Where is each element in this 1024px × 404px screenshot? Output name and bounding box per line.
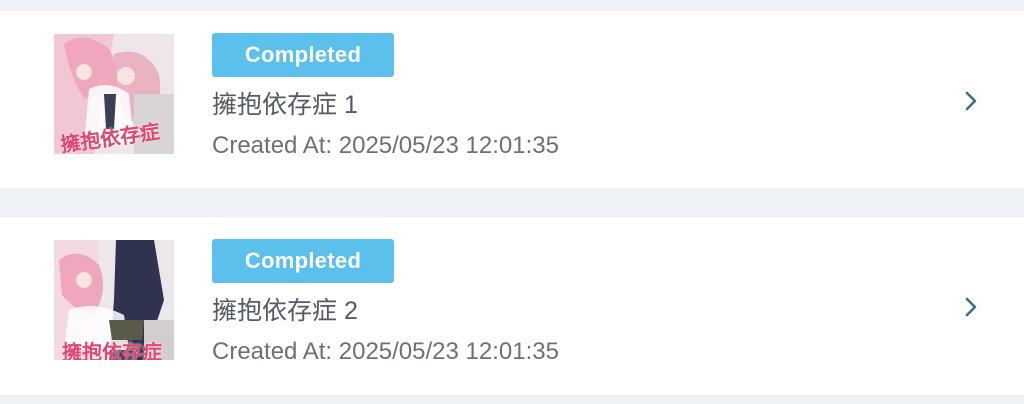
- chevron-right-icon[interactable]: [963, 295, 979, 319]
- item-title: 擁抱依存症 2: [212, 297, 358, 325]
- cover-thumbnail: 擁抱依存症: [54, 34, 174, 154]
- chevron-right-icon[interactable]: [963, 89, 979, 113]
- created-at: Created At: 2025/05/23 12:01:35: [212, 131, 559, 161]
- thumbnail-title-text: 擁抱依存症: [62, 340, 162, 360]
- list-item[interactable]: 擁抱依存症 Completed 擁抱依存症 1 Created At: 2025…: [0, 11, 1024, 188]
- created-timestamp: 2025/05/23 12:01:35: [338, 338, 559, 365]
- task-list: 擁抱依存症 Completed 擁抱依存症 1 Created At: 2025…: [0, 0, 1024, 404]
- status-badge: Completed: [212, 33, 394, 77]
- created-label: Created At:: [212, 132, 333, 159]
- created-at: Created At: 2025/05/23 12:01:35: [212, 337, 559, 367]
- list-item[interactable]: 擁抱依存症 Completed 擁抱依存症 2 Created At: 2025…: [0, 217, 1024, 395]
- created-timestamp: 2025/05/23 12:01:35: [338, 132, 559, 159]
- cover-thumbnail: 擁抱依存症: [54, 240, 174, 360]
- created-label: Created At:: [212, 338, 333, 365]
- item-title: 擁抱依存症 1: [212, 91, 358, 119]
- status-badge: Completed: [212, 239, 394, 283]
